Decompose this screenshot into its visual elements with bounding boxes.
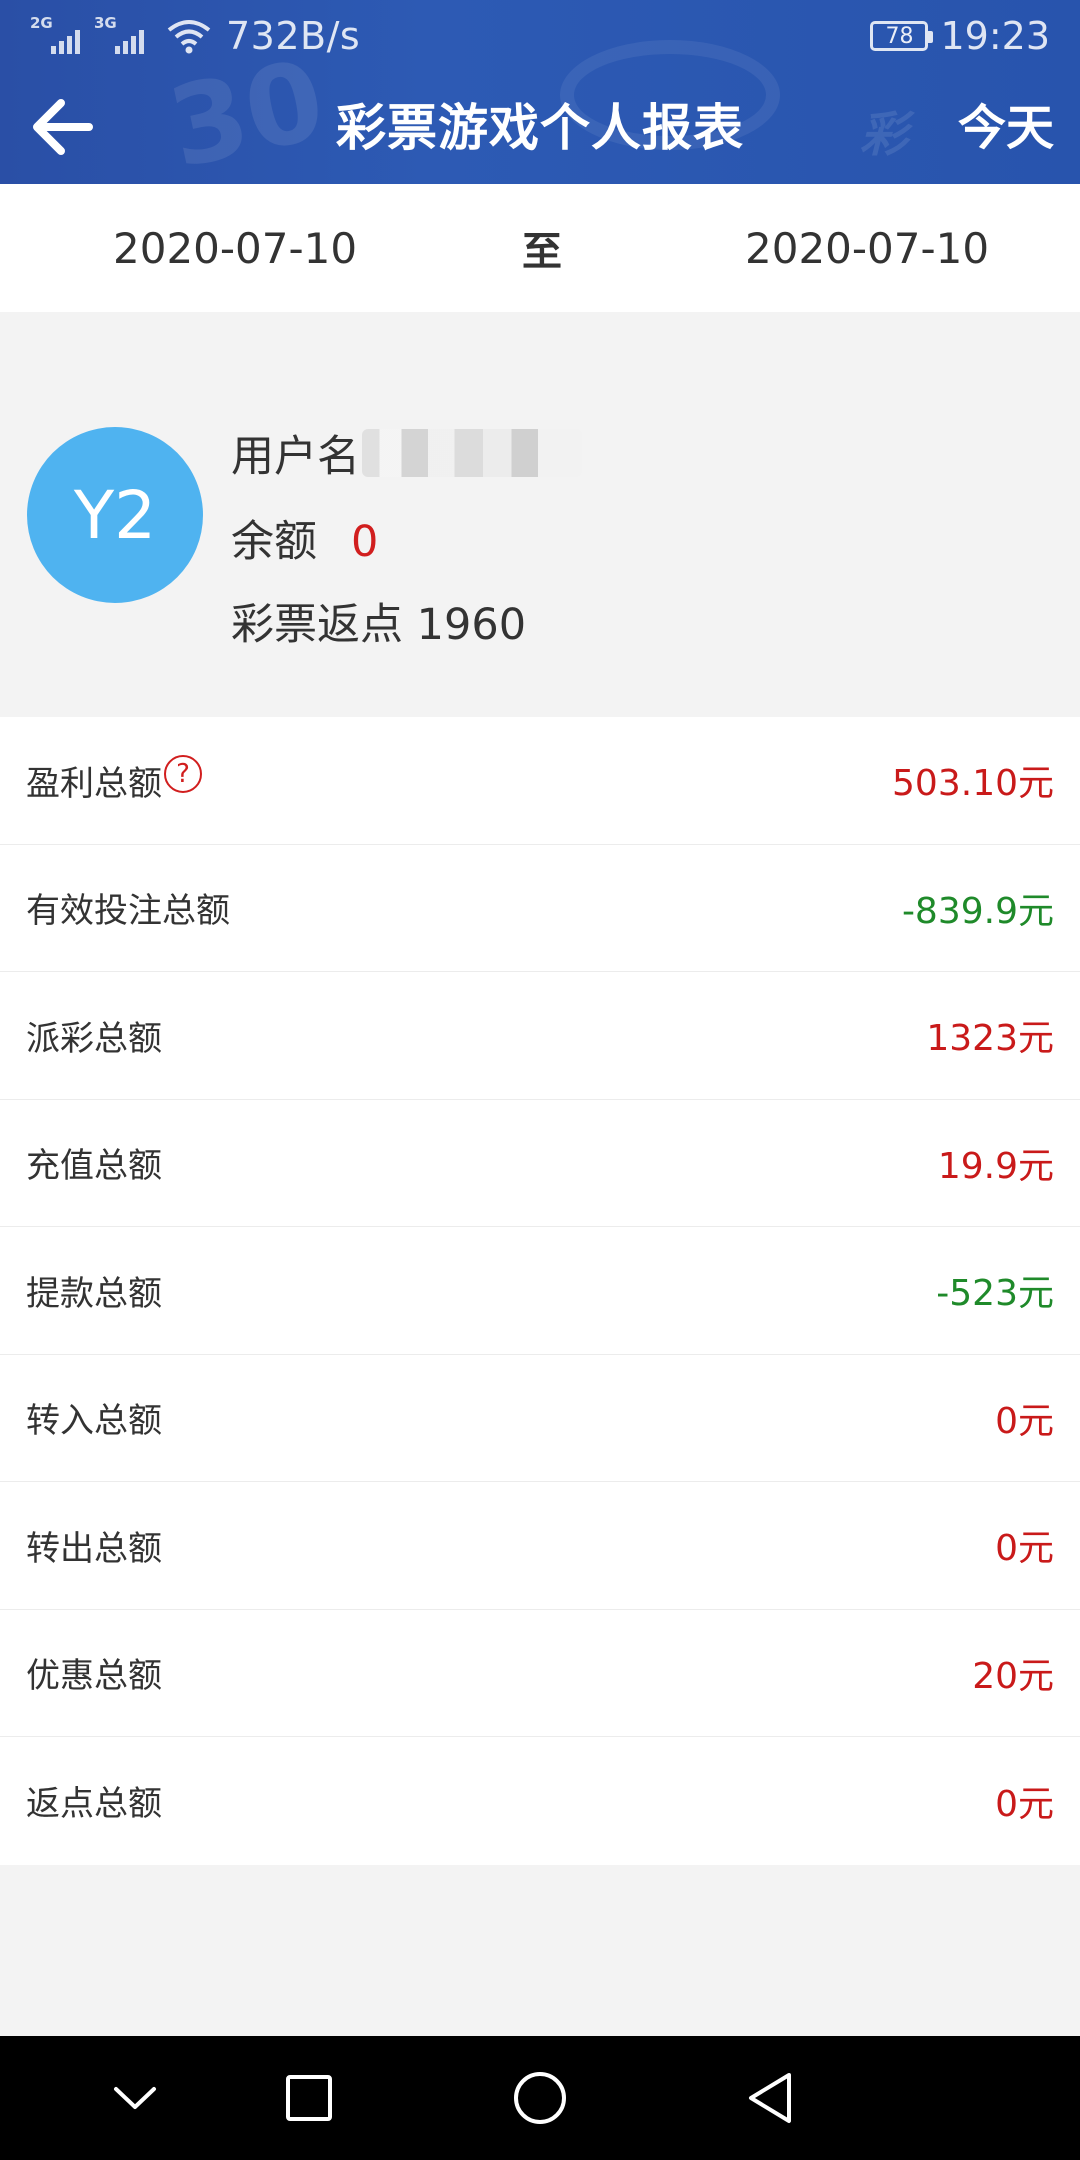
stat-value: 503.10元 [892, 763, 1054, 805]
back-button[interactable] [28, 92, 98, 162]
page-title: 彩票游戏个人报表 [336, 99, 744, 157]
stat-label: 优惠总额 [26, 1656, 162, 1697]
system-nav-bar [0, 2036, 1080, 2160]
stat-row-deposit: 充值总额 19.9元 [0, 1100, 1080, 1227]
stat-value: -839.9元 [901, 890, 1054, 932]
stat-value: 19.9元 [937, 1145, 1054, 1187]
stat-row-valid-bets: 有效投注总额 -839.9元 [0, 845, 1080, 972]
stat-label: 返点总额 [26, 1784, 162, 1825]
stat-value: -523元 [936, 1273, 1054, 1315]
stat-row-bonus: 优惠总额 20元 [0, 1610, 1080, 1737]
stat-label: 派彩总额 [26, 1018, 162, 1059]
signal-icon-2: 3G [94, 14, 144, 56]
battery-icon: 78 [870, 21, 934, 51]
system-back-button[interactable] [740, 2068, 800, 2128]
triangle-back-icon [749, 2073, 791, 2123]
circle-icon [514, 2072, 566, 2124]
help-icon[interactable]: ? [164, 755, 202, 794]
stat-row-withdrawal: 提款总额 -523元 [0, 1227, 1080, 1355]
username-blurred [362, 429, 582, 477]
balance-label: 余额 [231, 517, 317, 567]
avatar-initials: Y2 [73, 476, 157, 554]
stat-value: 1323元 [926, 1018, 1054, 1060]
start-date-picker[interactable]: 2020-07-10 [113, 224, 357, 273]
stats-list: 盈利总额 ? 503.10元 有效投注总额 -839.9元 派彩总额 1323元… [0, 717, 1080, 1865]
chevron-down-icon [114, 2087, 156, 2109]
stat-row-profit: 盈利总额 ? 503.10元 [0, 717, 1080, 845]
stat-value: 20元 [972, 1655, 1054, 1697]
balance-value: 0 [351, 517, 379, 567]
username-label: 用户名 [231, 432, 360, 482]
date-range-bar: 2020-07-10 至 2020-07-10 [0, 184, 1080, 312]
stat-row-transfer-out: 转出总额 0元 [0, 1482, 1080, 1610]
today-button[interactable]: 今天 [958, 72, 1054, 184]
stat-row-payout: 派彩总额 1323元 [0, 972, 1080, 1100]
hide-nav-button[interactable] [105, 2068, 165, 2128]
stat-label: 转出总额 [26, 1528, 162, 1569]
stat-label: 盈利总额 ? [26, 755, 202, 805]
stat-label: 有效投注总额 [26, 891, 230, 932]
clock: 19:23 [940, 14, 1050, 58]
stat-value: 0元 [995, 1783, 1054, 1825]
battery-level: 78 [885, 23, 914, 49]
end-date-picker[interactable]: 2020-07-10 [745, 224, 989, 273]
stat-row-transfer-in: 转入总额 0元 [0, 1355, 1080, 1482]
stat-label: 充值总额 [26, 1146, 162, 1187]
balance-line: 余额 0 [231, 507, 378, 569]
date-range-separator: 至 [522, 229, 562, 275]
network-speed: 732B/s [226, 14, 361, 58]
stat-label: 转入总额 [26, 1401, 162, 1442]
stat-label: 提款总额 [26, 1273, 162, 1314]
signal-icon-1: 2G [30, 14, 80, 56]
wifi-icon [167, 20, 211, 54]
stat-label-text: 盈利总额 [26, 763, 162, 804]
recent-apps-button[interactable] [279, 2068, 339, 2128]
stat-value: 0元 [995, 1528, 1054, 1570]
username-line: 用户名 [231, 422, 582, 484]
square-icon [286, 2075, 332, 2121]
stat-row-rebate: 返点总额 0元 [0, 1737, 1080, 1865]
arrow-left-icon [33, 99, 93, 155]
nav-bar: 彩票游戏个人报表 今天 [0, 72, 1080, 184]
rebate-line: 彩票返点 1960 [231, 600, 527, 650]
home-button[interactable] [510, 2068, 570, 2128]
avatar: Y2 [27, 427, 203, 603]
app-header: 30 彩 2G 3G 732B/s 78 19:23 彩票游戏个人报表 今天 [0, 0, 1080, 184]
user-profile-section: Y2 用户名 余额 0 彩票返点 1960 [0, 312, 1080, 717]
status-bar: 2G 3G 732B/s 78 19:23 [0, 0, 1080, 72]
stat-value: 0元 [995, 1400, 1054, 1442]
